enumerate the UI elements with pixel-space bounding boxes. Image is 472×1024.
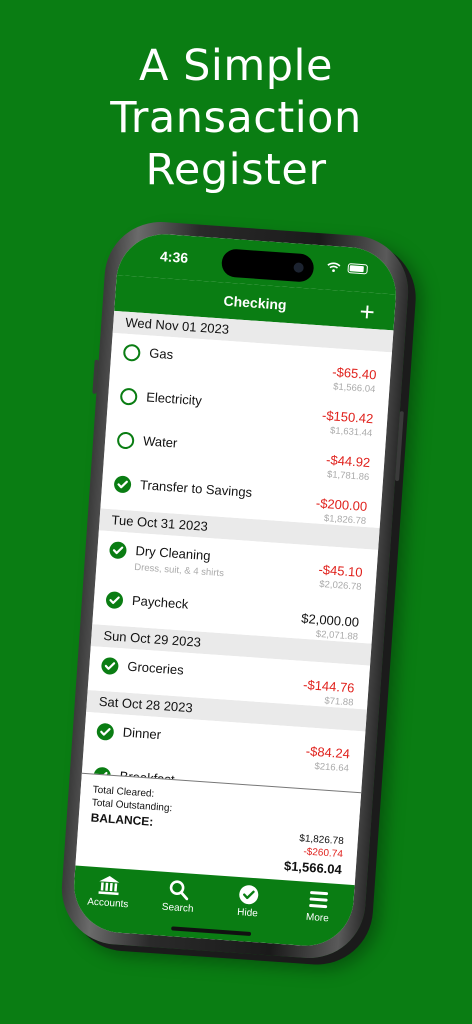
- transaction-description: Transfer to Savings: [139, 477, 253, 500]
- transaction-amount: -$65.40: [331, 364, 377, 383]
- uncleared-circle-icon[interactable]: [122, 343, 141, 362]
- tab-more[interactable]: More: [285, 887, 349, 949]
- transaction-amount: -$200.00: [315, 495, 368, 514]
- tab-more-label: More: [305, 911, 330, 925]
- balance-value: $1,566.04: [283, 858, 343, 878]
- uncleared-circle-icon[interactable]: [119, 387, 138, 406]
- status-time: 4:36: [159, 247, 189, 266]
- total-cleared-value: $1,826.78: [298, 833, 345, 848]
- transaction-description: Electricity: [145, 389, 203, 409]
- transaction-amount: -$84.24: [305, 743, 351, 762]
- running-balance: $71.88: [324, 695, 354, 709]
- search-icon: [168, 878, 189, 901]
- transaction-memo: Dress, suit, & 4 shirts: [133, 561, 225, 580]
- transaction-amount: $2,000.00: [300, 610, 360, 630]
- balance-label: BALANCE:: [90, 810, 154, 829]
- cleared-check-icon[interactable]: [113, 475, 132, 494]
- bank-icon: [97, 873, 120, 896]
- tab-accounts[interactable]: Accounts: [76, 872, 140, 934]
- transaction-description: Gas: [148, 345, 174, 363]
- uncleared-circle-icon[interactable]: [116, 431, 135, 450]
- transaction-description: Dry Cleaning: [134, 542, 212, 564]
- phone-screen: 4:36 Checking + Wed Nov 01 2023 Gas -$65…: [70, 231, 400, 949]
- total-outstanding-value: -$260.74: [303, 846, 344, 861]
- transaction-list[interactable]: Wed Nov 01 2023 Gas -$65.40 $1,566.04 Electr…: [79, 310, 394, 820]
- transaction-description: Dinner: [122, 724, 162, 743]
- check-circle-icon: [238, 883, 259, 906]
- transaction-amount: -$150.42: [321, 407, 374, 427]
- cleared-check-icon[interactable]: [108, 541, 128, 560]
- phone-mockup: 4:36 Checking + Wed Nov 01 2023 Gas -$65…: [58, 218, 412, 962]
- tab-accounts-label: Accounts: [86, 896, 129, 911]
- cleared-check-icon[interactable]: [96, 722, 115, 741]
- transaction-amount: -$144.76: [302, 677, 355, 696]
- transaction-amount: -$45.10: [318, 561, 364, 580]
- dynamic-island: [220, 248, 315, 283]
- battery-icon: [347, 263, 369, 275]
- cleared-check-icon[interactable]: [100, 656, 119, 676]
- cleared-check-icon[interactable]: [105, 591, 124, 610]
- menu-icon: [308, 888, 329, 911]
- wifi-icon: [326, 262, 341, 273]
- running-balance: $2,026.78: [318, 578, 362, 593]
- transaction-description: Water: [142, 433, 178, 451]
- tab-hide-label: Hide: [236, 906, 259, 920]
- transaction-amount: -$44.92: [325, 452, 371, 471]
- transaction-description: Paycheck: [131, 592, 189, 612]
- add-transaction-button[interactable]: +: [358, 296, 376, 328]
- camera-icon: [293, 262, 304, 273]
- tab-search-label: Search: [161, 901, 194, 915]
- transaction-description: Groceries: [126, 658, 185, 678]
